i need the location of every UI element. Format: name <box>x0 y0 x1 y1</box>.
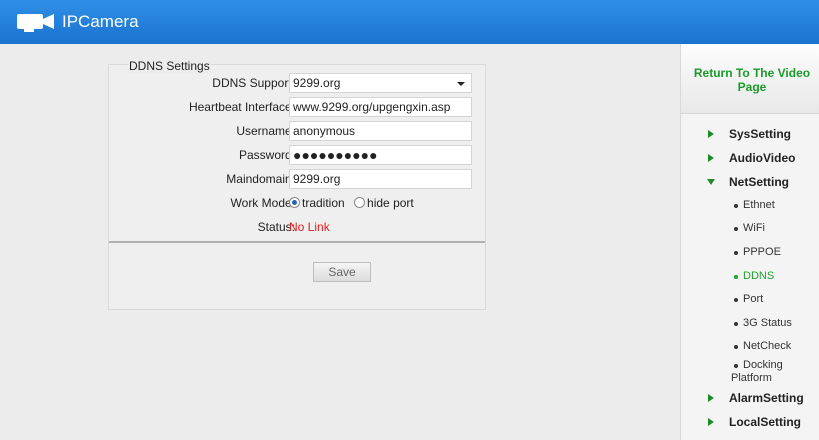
main-content: DDNS Support: 9299.org Heartbeat Interfa… <box>0 44 680 440</box>
divider <box>109 241 485 243</box>
save-button[interactable]: Save <box>313 262 371 282</box>
ddns-support-row: DDNS Support: 9299.org <box>109 73 487 93</box>
bullet-icon <box>734 298 738 302</box>
sub-item-label: 3G Status <box>743 317 792 329</box>
maindomain-label: Maindomain: <box>226 172 295 186</box>
username-label: Username: <box>236 124 295 138</box>
return-box: Return To The Video Page <box>681 44 819 114</box>
chevron-right-icon <box>708 418 714 426</box>
maindomain-row: Maindomain: 9299.org <box>109 169 487 189</box>
ddns-support-select[interactable]: 9299.org <box>289 73 472 93</box>
password-input[interactable]: ●●●●●●●●●● <box>289 145 472 165</box>
password-row: Password: ●●●●●●●●●● <box>109 145 487 165</box>
chevron-right-icon <box>708 130 714 138</box>
sidebar-item-syssetting[interactable]: SysSetting <box>681 126 819 146</box>
work-mode-hide-port-radio[interactable] <box>354 197 366 208</box>
status-value: No Link <box>289 220 330 234</box>
heartbeat-row: Heartbeat Interface: www.9299.org/upgeng… <box>109 97 487 117</box>
sub-item-label-cont: Platform <box>731 372 772 384</box>
sub-item-label: WiFi <box>743 222 765 234</box>
bullet-icon <box>734 204 738 208</box>
sidebar-item-label: NetSetting <box>729 175 789 189</box>
sidebar-item-localsetting[interactable]: LocalSetting <box>681 414 819 434</box>
sidebar-item-audiovideo[interactable]: AudioVideo <box>681 150 819 170</box>
bullet-icon <box>734 322 738 326</box>
heartbeat-input[interactable]: www.9299.org/upgengxin.asp <box>289 97 472 117</box>
ddns-support-value: 9299.org <box>293 76 341 90</box>
sub-item-label: DDNS <box>743 270 775 282</box>
bullet-icon <box>734 251 738 255</box>
heartbeat-label: Heartbeat Interface: <box>188 100 295 114</box>
sub-item-docking-platform[interactable]: Docking Platform <box>681 359 819 387</box>
sidebar-item-label: AudioVideo <box>729 151 796 165</box>
work-mode-hide-port-label: hide port <box>367 196 414 210</box>
camera-icon <box>17 14 54 32</box>
chevron-down-icon <box>707 179 715 185</box>
sub-item-label: Ethnet <box>743 199 775 211</box>
sidebar: Return To The Video Page SysSetting Audi… <box>680 44 819 440</box>
sidebar-item-label: SysSetting <box>729 127 792 141</box>
bullet-icon <box>734 227 738 231</box>
app-header: IPCamera <box>0 0 819 44</box>
sub-item-label: PPPOE <box>743 246 781 258</box>
maindomain-input[interactable]: 9299.org <box>289 169 472 189</box>
username-input[interactable]: anonymous <box>289 121 472 141</box>
return-to-video-link[interactable]: Return To The Video Page <box>685 66 819 94</box>
sub-item-label: Port <box>743 293 764 305</box>
work-mode-tradition-radio[interactable] <box>289 197 300 208</box>
bullet-icon <box>734 275 738 279</box>
work-mode-label: Work Mode: <box>230 196 295 210</box>
sidebar-item-alarmsetting[interactable]: AlarmSetting <box>681 390 819 410</box>
chevron-right-icon <box>708 154 714 162</box>
work-mode-tradition-label: tradition <box>302 196 345 210</box>
sub-item-label: NetCheck <box>743 340 792 352</box>
section-title: DDNS Settings <box>128 59 211 73</box>
sidebar-item-label: AlarmSetting <box>729 391 804 405</box>
ddns-support-label: DDNS Support: <box>212 76 295 90</box>
password-label: Password: <box>238 148 295 162</box>
chevron-down-icon <box>457 82 465 86</box>
username-row: Username: anonymous <box>109 121 487 141</box>
work-mode-options: tradition hide port <box>289 196 420 210</box>
bullet-icon <box>734 364 738 368</box>
sub-item-label: Docking <box>743 359 783 371</box>
sidebar-item-label: LocalSetting <box>729 415 802 429</box>
ddns-settings-panel: DDNS Support: 9299.org Heartbeat Interfa… <box>108 64 486 310</box>
work-mode-row: Work Mode: tradition hide port <box>109 193 487 213</box>
status-row: Status: No Link <box>109 217 487 237</box>
sidebar-item-netsetting[interactable]: NetSetting <box>681 174 819 194</box>
app-title: IPCamera <box>62 12 139 31</box>
bullet-icon <box>734 345 738 349</box>
chevron-right-icon <box>708 394 714 402</box>
